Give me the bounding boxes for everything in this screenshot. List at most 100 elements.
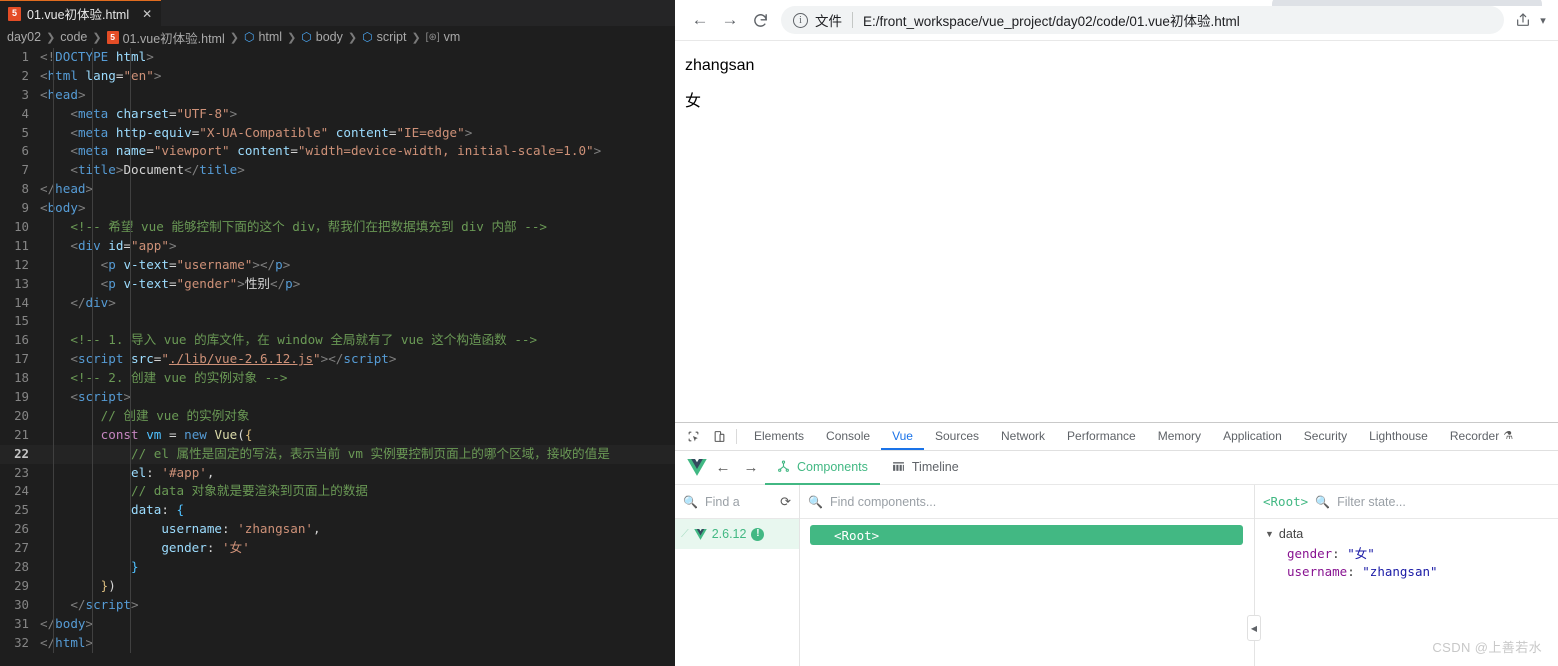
code-line[interactable]: 23 el: '#app', <box>0 464 675 483</box>
vue-subtab-components[interactable]: Components <box>765 451 880 485</box>
code-text: <!-- 1. 导入 vue 的库文件，在 window 全局就有了 vue 这… <box>70 332 538 348</box>
indent-guide <box>92 48 93 653</box>
code-line[interactable]: 8 </head> <box>0 180 675 199</box>
address-bar[interactable]: i 文件 E:/front_workspace/vue_project/day0… <box>781 6 1504 34</box>
editor-tab[interactable]: 5 01.vue初体验.html ✕ <box>0 0 162 26</box>
code-line[interactable]: 24 // data 对象就是要渲染到页面上的数据 <box>0 482 675 501</box>
find-app-search[interactable]: 🔍 Find a ⟳ <box>675 485 799 519</box>
code-line[interactable]: 25 data: { <box>0 501 675 520</box>
chevron-down-icon[interactable]: ▾ <box>1536 14 1550 27</box>
code-line[interactable]: 13 <p v-text="gender">性别</p> <box>0 275 675 294</box>
reload-icon <box>753 13 767 27</box>
code-line[interactable]: 11 <div id="app"> <box>0 237 675 256</box>
inspect-icon[interactable] <box>680 423 706 450</box>
devtools-tab-performance[interactable]: Performance <box>1056 423 1147 450</box>
code-line[interactable]: 4 <meta charset="UTF-8"> <box>0 105 675 124</box>
line-number: 6 <box>21 143 29 159</box>
code-line[interactable]: 17 <script src="./lib/vue-2.6.12.js"></s… <box>0 350 675 369</box>
state-row[interactable]: username: "zhangsan" <box>1265 564 1558 579</box>
component-row-root[interactable]: <Root> <box>810 525 1243 545</box>
back-button[interactable]: ← <box>685 5 715 35</box>
divider <box>736 429 737 444</box>
code-line[interactable]: 7 <title>Document</title> <box>0 161 675 180</box>
code-line[interactable]: 2 <html lang="en"> <box>0 67 675 86</box>
reload-button[interactable] <box>745 5 775 35</box>
breadcrumb-item-file[interactable]: 5 01.vue初体验.html <box>106 28 225 47</box>
code-line[interactable]: 20 // 创建 vue 的实例对象 <box>0 407 675 426</box>
device-toolbar-icon[interactable] <box>706 423 732 450</box>
close-icon[interactable]: ✕ <box>142 7 152 21</box>
line-number: 23 <box>14 464 29 480</box>
code-line[interactable]: 22 // el 属性是固定的写法，表示当前 vm 实例要控制页面上的哪个区域，… <box>0 444 675 464</box>
code-line[interactable]: 21 const vm = new Vue({ <box>0 426 675 445</box>
breadcrumb-item-vm[interactable]: [⊛] vm <box>426 30 461 44</box>
devtools-tab-recorder[interactable]: Recorder ⚗ <box>1439 423 1524 450</box>
code-text: const vm = new Vue({ <box>100 426 253 442</box>
breadcrumb-item-day02[interactable]: day02 <box>7 30 41 44</box>
vue-back-button[interactable]: ← <box>709 459 737 476</box>
code-text: <div id="app"> <box>70 237 177 253</box>
code-line[interactable]: 9 <body> <box>0 199 675 218</box>
vue-forward-button[interactable]: → <box>737 459 765 476</box>
code-line[interactable]: 14 </div> <box>0 294 675 313</box>
devtools-tab-elements[interactable]: Elements <box>743 423 815 450</box>
code-line[interactable]: 26 username: 'zhangsan', <box>0 520 675 539</box>
code-line[interactable]: 30 </script> <box>0 596 675 615</box>
devtools-tab-memory[interactable]: Memory <box>1147 423 1212 450</box>
code-line[interactable]: 12 <p v-text="username"></p> <box>0 256 675 275</box>
devtools-tab-lighthouse[interactable]: Lighthouse <box>1358 423 1439 450</box>
browser-tab-strip[interactable] <box>1272 0 1542 6</box>
devtools-tab-console[interactable]: Console <box>815 423 881 450</box>
code-line[interactable]: 3 <head> <box>0 86 675 105</box>
code-line[interactable]: 18 <!-- 2. 创建 vue 的实例对象 --> <box>0 369 675 388</box>
info-icon[interactable]: i <box>793 12 808 28</box>
code-line[interactable]: 29 }) <box>0 577 675 596</box>
refresh-icon[interactable]: ⟳ <box>780 494 791 510</box>
vue-app-item[interactable]: ⟋ 2.6.12 ! <box>675 519 799 549</box>
forward-button[interactable]: → <box>715 5 745 35</box>
devtools-tab-label: Vue <box>892 428 913 443</box>
collapse-panel-button[interactable]: ◀ <box>1247 615 1261 641</box>
code-text: // el 属性是固定的写法，表示当前 vm 实例要控制页面上的哪个区域，接收的… <box>131 445 610 461</box>
code-line[interactable]: 27 gender: '女' <box>0 539 675 558</box>
code-line[interactable]: 15 <box>0 312 675 331</box>
breadcrumb-item-script[interactable]: ⬡ script <box>362 30 406 44</box>
search-icon: 🔍 <box>808 494 823 509</box>
share-icon[interactable] <box>1510 12 1536 28</box>
devtools-tab-vue[interactable]: Vue <box>881 423 924 450</box>
code-line[interactable]: 16 <!-- 1. 导入 vue 的库文件，在 window 全局就有了 vu… <box>0 331 675 350</box>
state-group-data[interactable]: ▼ data <box>1265 527 1558 541</box>
devtools-tab-network[interactable]: Network <box>990 423 1056 450</box>
state-row[interactable]: gender: "女" <box>1265 543 1558 562</box>
code-line[interactable]: 19 <script> <box>0 388 675 407</box>
code-lines[interactable]: 1 <!DOCTYPE html> 2 <html lang="en"> 3 <head>… <box>0 48 675 653</box>
code-line[interactable]: 32 </html> <box>0 634 675 653</box>
cube-icon: ⬡ <box>301 30 312 44</box>
editor-tab-label: 01.vue初体验.html <box>27 8 130 22</box>
state-tree: ▼ data gender: "女" username: "zhangsan" <box>1255 519 1558 579</box>
devtools-tab-label: Application <box>1223 428 1282 443</box>
breadcrumb-item-html[interactable]: ⬡ html <box>244 30 282 44</box>
beaker-icon: ⚗ <box>1503 430 1514 442</box>
devtools-tab-application[interactable]: Application <box>1212 423 1293 450</box>
filter-state-placeholder[interactable]: Filter state... <box>1337 495 1406 509</box>
breadcrumb-item-body[interactable]: ⬡ body <box>301 30 343 44</box>
code-line[interactable]: 28 } <box>0 558 675 577</box>
code-line[interactable]: 1 <!DOCTYPE html> <box>0 48 675 67</box>
devtools-tab-sources[interactable]: Sources <box>924 423 990 450</box>
url-text: E:/front_workspace/vue_project/day02/cod… <box>863 14 1240 29</box>
code-line[interactable]: 6 <meta name="viewport" content="width=d… <box>0 142 675 161</box>
cube-icon: ⬡ <box>243 30 255 44</box>
code-line[interactable]: 31 </body> <box>0 615 675 634</box>
code-line[interactable]: 10 <!-- 希望 vue 能够控制下面的这个 div，帮我们在把数据填充到 … <box>0 218 675 237</box>
code-line[interactable]: 5 <meta http-equiv="X-UA-Compatible" con… <box>0 124 675 143</box>
line-number: 8 <box>21 181 29 197</box>
devtools-tab-security[interactable]: Security <box>1293 423 1358 450</box>
breadcrumb-item-code[interactable]: code <box>60 30 87 44</box>
vue-panel-body: 🔍 Find a ⟳ ⟋ 2.6.12 ! 🔍 Find components.… <box>675 485 1558 666</box>
state-colon: : <box>1332 546 1348 561</box>
search-icon: 🔍 <box>1315 494 1331 509</box>
vue-subtab-timeline[interactable]: Timeline <box>880 451 971 485</box>
find-components-search[interactable]: 🔍 Find components... <box>800 485 1254 519</box>
